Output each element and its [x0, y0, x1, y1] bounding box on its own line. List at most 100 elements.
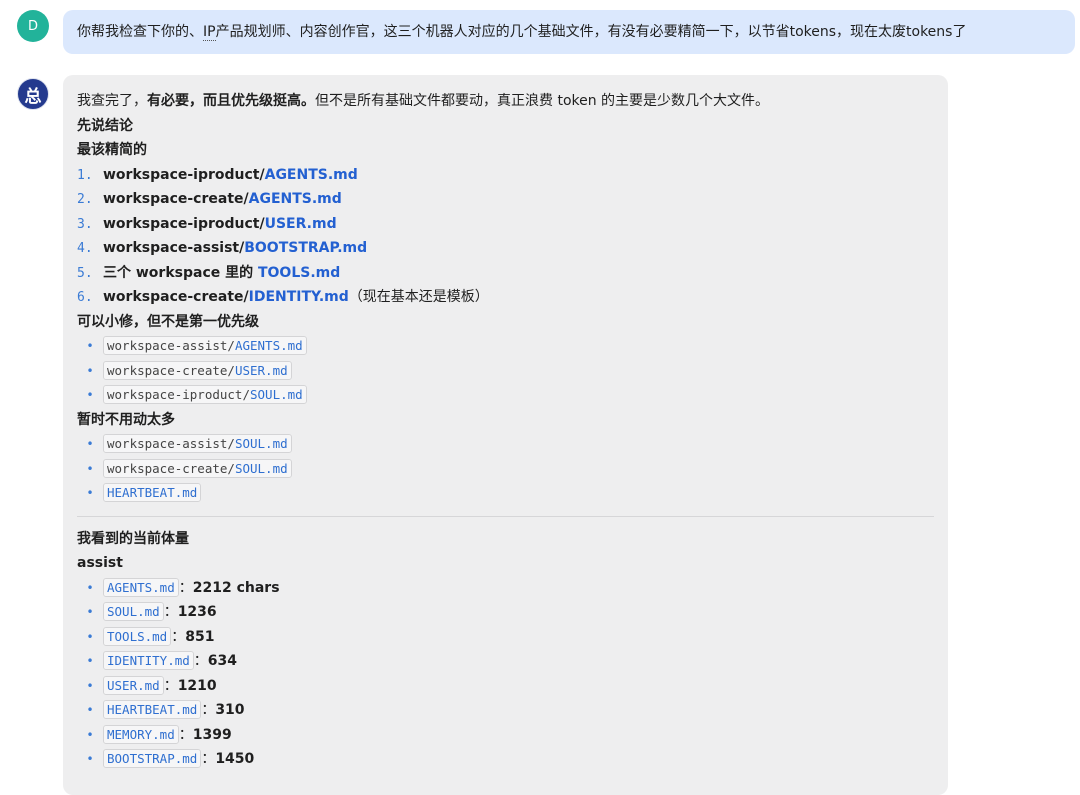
code-path: workspace-create/USER.md	[103, 360, 292, 380]
priority-item: 3. workspace-iproduct/USER.md	[77, 212, 934, 237]
code-file-link[interactable]: TOOLS.md	[107, 629, 167, 644]
code-prefix: workspace-create/	[107, 460, 235, 476]
intro-bold: 有必要，而且优先级挺高。	[147, 93, 315, 109]
bullet-dot: •	[86, 678, 94, 693]
volume-heading: 我看到的当前体量	[77, 530, 189, 547]
volume-row: • USER.md ：1210	[77, 674, 934, 699]
minor-items-row: • workspace-assist/AGENTS.md	[77, 334, 934, 359]
path-prefix: workspace-iproduct/	[103, 166, 265, 183]
bullet-dot: •	[86, 752, 94, 766]
code-path: workspace-assist/SOUL.md	[103, 434, 292, 453]
code-file-link[interactable]: USER.md	[107, 678, 160, 693]
volume-value: 2212 chars	[192, 579, 280, 596]
bot-avatar: 总	[17, 78, 49, 110]
file-link[interactable]: AGENTS.md	[249, 191, 342, 207]
code-path: AGENTS.md	[103, 577, 179, 597]
colon-separator: ：	[171, 628, 186, 645]
code-file-link[interactable]: SOUL.md	[250, 387, 303, 402]
path-prefix: workspace-iproduct/	[103, 215, 265, 232]
code-path: HEARTBEAT.md	[103, 483, 202, 502]
code-path: USER.md	[103, 675, 164, 695]
bullet-dot: •	[86, 339, 94, 353]
user-avatar-letter: D	[27, 18, 38, 34]
code-path: SOUL.md	[103, 602, 164, 621]
priority-item: 5. 三个 workspace 里的 TOOLS.md	[77, 261, 934, 286]
bullet-dot: •	[86, 486, 94, 500]
user-message-abbr: IP	[203, 24, 216, 41]
priority-heading: 最该精简的	[77, 142, 147, 158]
code-path: workspace-assist/AGENTS.md	[103, 336, 307, 355]
volume-value: 851	[185, 628, 215, 645]
file-link[interactable]: AGENTS.md	[265, 167, 358, 183]
code-path: BOOTSTRAP.md	[103, 749, 202, 768]
minor-list: • workspace-assist/AGENTS.md • workspace-cr…	[77, 334, 934, 408]
priority-item: 6. workspace-create/IDENTITY.md（现在基本还是模板）	[77, 285, 934, 310]
volume-row: • TOOLS.md ：851	[77, 625, 934, 650]
code-file-link[interactable]: IDENTITY.md	[107, 653, 190, 668]
minor-items-row: • workspace-iproduct/SOUL.md	[77, 383, 934, 408]
code-file-link[interactable]: HEARTBEAT.md	[107, 702, 197, 717]
volume-group-label: assist	[77, 555, 123, 571]
code-file-link[interactable]: SOUL.md	[107, 604, 160, 619]
volume-value: 1236	[177, 604, 217, 620]
code-path: TOOLS.md	[103, 626, 172, 646]
bullet-dot: •	[86, 605, 94, 619]
colon-separator: ：	[178, 726, 193, 743]
bullet-dot: •	[86, 703, 94, 717]
code-file-link[interactable]: BOOTSTRAP.md	[107, 751, 197, 766]
file-link[interactable]: IDENTITY.md	[249, 289, 349, 305]
bullet-dot: •	[86, 437, 94, 451]
bullet-dot: •	[86, 654, 94, 668]
item-note: （现在基本还是模板）	[348, 289, 489, 305]
intro-text: 我查完了，	[77, 93, 147, 109]
code-prefix: workspace-iproduct/	[107, 387, 250, 402]
user-message-part2: 产品规划师、内容创作官，这三个机器人对应的几个基础文件，有没有必要精简一下，以节…	[215, 24, 967, 40]
code-file-link[interactable]: AGENTS.md	[107, 580, 175, 595]
skip-items-row: • HEARTBEAT.md	[77, 481, 934, 506]
priority-item: 1. workspace-iproduct/AGENTS.md	[77, 163, 934, 188]
colon-separator: ：	[178, 579, 193, 596]
code-file-link[interactable]: SOUL.md	[235, 436, 288, 451]
user-message-bubble: 你帮我检查下你的、IP产品规划师、内容创作官，这三个机器人对应的几个基础文件，有…	[63, 10, 1075, 54]
file-link[interactable]: USER.md	[265, 216, 337, 232]
code-file-link[interactable]: HEARTBEAT.md	[107, 485, 197, 500]
skip-items-row: • workspace-assist/SOUL.md	[77, 432, 934, 457]
code-file-link[interactable]: MEMORY.md	[107, 727, 175, 742]
volume-value: 1210	[177, 677, 217, 694]
colon-separator: ：	[163, 604, 178, 620]
code-path: workspace-create/SOUL.md	[103, 458, 292, 478]
volume-row: • HEARTBEAT.md ：310	[77, 698, 934, 723]
volume-row: • IDENTITY.md ：634	[77, 649, 934, 674]
colon-separator: ：	[201, 751, 216, 767]
bullet-dot: •	[86, 461, 94, 476]
conclusion-heading: 先说结论	[77, 117, 133, 134]
path-prefix: workspace-assist/	[103, 240, 245, 256]
code-prefix: workspace-assist/	[107, 338, 235, 353]
skip-heading: 暂时不用动太多	[77, 411, 175, 428]
code-path: HEARTBEAT.md	[103, 700, 202, 719]
volume-row: • SOUL.md ：1236	[77, 600, 934, 625]
path-prefix: 三个 workspace 里的	[103, 264, 258, 281]
code-path: MEMORY.md	[103, 724, 179, 744]
skip-list: • workspace-assist/SOUL.md • workspace-crea…	[77, 432, 934, 506]
list-number: 6.	[77, 290, 93, 305]
file-link[interactable]: TOOLS.md	[258, 265, 340, 281]
colon-separator: ：	[163, 677, 178, 694]
priority-item: 2. workspace-create/AGENTS.md	[77, 187, 934, 212]
volume-row: • MEMORY.md ：1399	[77, 723, 934, 748]
path-prefix: workspace-create/	[103, 191, 249, 207]
code-file-link[interactable]: AGENTS.md	[235, 338, 303, 353]
code-file-link[interactable]: USER.md	[235, 363, 288, 378]
intro-text-end: 但不是所有基础文件都要动，真正浪费 token 的主要是少数几个大文件。	[315, 93, 770, 109]
list-number: 3.	[77, 216, 93, 232]
minor-heading: 可以小修，但不是第一优先级	[77, 313, 259, 330]
bullet-dot: •	[86, 727, 94, 742]
code-path: workspace-iproduct/SOUL.md	[103, 385, 307, 404]
file-link[interactable]: BOOTSTRAP.md	[244, 240, 367, 256]
user-avatar: D	[17, 10, 49, 42]
volume-list: • AGENTS.md ：2212 chars • SOUL.md ：1236 • TOOLS…	[77, 576, 934, 772]
colon-separator: ：	[201, 702, 216, 718]
code-file-link[interactable]: SOUL.md	[235, 461, 288, 476]
bullet-dot: •	[86, 388, 94, 402]
user-message-part1: 你帮我检查下你的、	[77, 24, 203, 40]
